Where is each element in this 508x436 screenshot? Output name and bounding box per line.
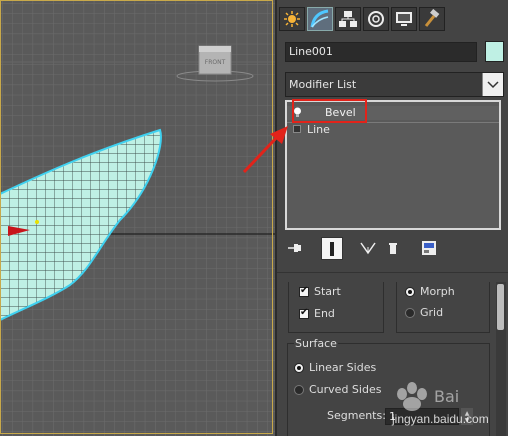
- show-end-result-button[interactable]: [321, 237, 343, 260]
- object-name-field[interactable]: Line001: [285, 42, 477, 62]
- watermark-text: jingyan.baidu.com: [392, 412, 489, 426]
- cap-type-morph-radio[interactable]: Morph: [405, 285, 455, 298]
- object-color-swatch[interactable]: [485, 41, 504, 62]
- stack-item-label: Line: [307, 123, 330, 136]
- display-tab[interactable]: [391, 7, 417, 31]
- hierarchy-tab[interactable]: [335, 7, 361, 31]
- cap-type-morph-label: Morph: [420, 285, 455, 298]
- show-end-result-icon: [330, 241, 334, 256]
- svg-text:Bai: Bai: [434, 387, 459, 406]
- motion-icon: [368, 11, 384, 27]
- linear-sides-radio[interactable]: Linear Sides: [294, 361, 376, 374]
- configure-modifier-sets-button[interactable]: [419, 237, 439, 259]
- pin-stack-button[interactable]: [285, 237, 305, 259]
- cap-end-checkbox[interactable]: ✔ End: [299, 307, 335, 320]
- modify-tab[interactable]: [307, 7, 333, 31]
- stack-item-line[interactable]: Line: [287, 122, 499, 137]
- radio-button[interactable]: [405, 286, 415, 297]
- curved-sides-label: Curved Sides: [309, 383, 382, 396]
- modifier-list-label: Modifier List: [289, 78, 357, 91]
- sun-star-icon: [284, 11, 300, 27]
- pin-stack-icon: [288, 244, 301, 252]
- annotation-highlight-box: [292, 99, 367, 123]
- front-viewport[interactable]: FRONT: [0, 0, 277, 436]
- hierarchy-icon: [339, 11, 357, 27]
- command-panel-tabs: [277, 4, 508, 32]
- display-monitor-icon: [396, 12, 412, 26]
- make-unique-button[interactable]: [357, 237, 379, 259]
- checkbox[interactable]: ✔: [299, 307, 309, 319]
- surface-group-title: Surface: [294, 337, 338, 350]
- chevron-down-icon[interactable]: [482, 73, 503, 96]
- segments-label: Segments:: [327, 409, 386, 422]
- cap-end-label: End: [314, 307, 335, 320]
- utilities-tab[interactable]: [419, 7, 445, 31]
- cap-type-grid-label: Grid: [420, 306, 444, 319]
- curved-sides-radio[interactable]: Curved Sides: [294, 383, 381, 396]
- remove-modifier-icon: [389, 243, 397, 254]
- cap-type-grid-radio[interactable]: Grid: [405, 306, 443, 319]
- configure-sets-icon: [422, 241, 436, 255]
- annotation-arrow-icon: [242, 126, 288, 174]
- checkbox[interactable]: ✔: [299, 285, 309, 297]
- hammer-icon: [424, 9, 440, 27]
- modifier-list-dropdown[interactable]: Modifier List: [285, 72, 504, 97]
- cap-start-checkbox[interactable]: ✔ Start: [299, 285, 341, 298]
- motion-tab[interactable]: [363, 7, 389, 31]
- cap-start-label: Start: [314, 285, 341, 298]
- viewcube-label: FRONT: [205, 59, 226, 66]
- create-tab[interactable]: [279, 7, 305, 31]
- scrollbar-thumb[interactable]: [497, 284, 504, 330]
- radio-button[interactable]: [294, 362, 304, 373]
- remove-modifier-button[interactable]: [386, 237, 400, 259]
- viewport-canvas: FRONT: [0, 0, 275, 436]
- radio-button[interactable]: [405, 307, 415, 318]
- modify-curve-icon: [310, 9, 329, 28]
- make-unique-icon: [360, 242, 376, 255]
- linear-sides-label: Linear Sides: [309, 361, 377, 374]
- panel-divider: [277, 272, 508, 273]
- radio-button[interactable]: [294, 384, 304, 395]
